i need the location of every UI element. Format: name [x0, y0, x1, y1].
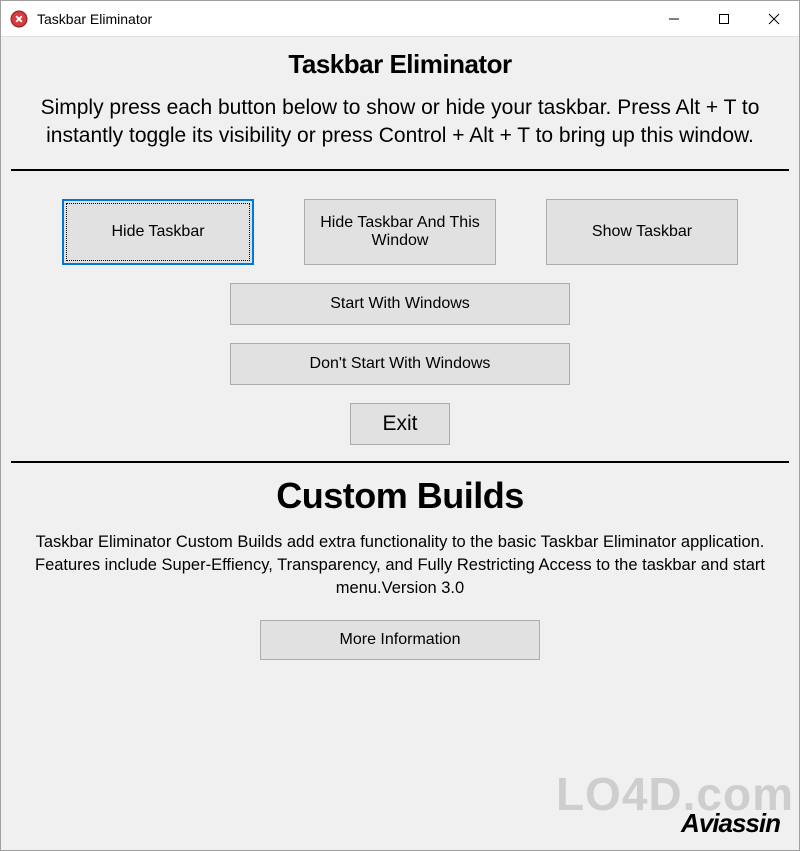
- minimize-button[interactable]: [649, 1, 699, 36]
- dont-start-with-windows-button[interactable]: Don't Start With Windows: [230, 343, 570, 385]
- custom-builds-section: Custom Builds Taskbar Eliminator Custom …: [11, 463, 789, 840]
- maximize-button[interactable]: [699, 1, 749, 36]
- instructions-text: Simply press each button below to show o…: [31, 94, 769, 151]
- titlebar: Taskbar Eliminator: [1, 1, 799, 37]
- button-row-1: Hide Taskbar Hide Taskbar And This Windo…: [31, 199, 769, 265]
- buttons-section: Hide Taskbar Hide Taskbar And This Windo…: [11, 171, 789, 461]
- app-icon: [9, 9, 29, 29]
- window-controls: [649, 1, 799, 36]
- app-window: Taskbar Eliminator Taskbar Eliminator Si…: [0, 0, 800, 851]
- content-area: Taskbar Eliminator Simply press each but…: [1, 37, 799, 850]
- app-title: Taskbar Eliminator: [31, 49, 769, 80]
- custom-builds-description: Taskbar Eliminator Custom Builds add ext…: [33, 531, 767, 600]
- hide-taskbar-window-button[interactable]: Hide Taskbar And This Window: [304, 199, 496, 265]
- window-title: Taskbar Eliminator: [37, 11, 649, 27]
- exit-button[interactable]: Exit: [350, 403, 450, 445]
- hide-taskbar-button[interactable]: Hide Taskbar: [62, 199, 254, 265]
- show-taskbar-button[interactable]: Show Taskbar: [546, 199, 738, 265]
- more-information-button[interactable]: More Information: [260, 620, 540, 660]
- custom-builds-title: Custom Builds: [276, 475, 524, 517]
- brand-label: Aviassin: [681, 808, 780, 839]
- close-button[interactable]: [749, 1, 799, 36]
- start-with-windows-button[interactable]: Start With Windows: [230, 283, 570, 325]
- header-section: Taskbar Eliminator Simply press each but…: [11, 45, 789, 169]
